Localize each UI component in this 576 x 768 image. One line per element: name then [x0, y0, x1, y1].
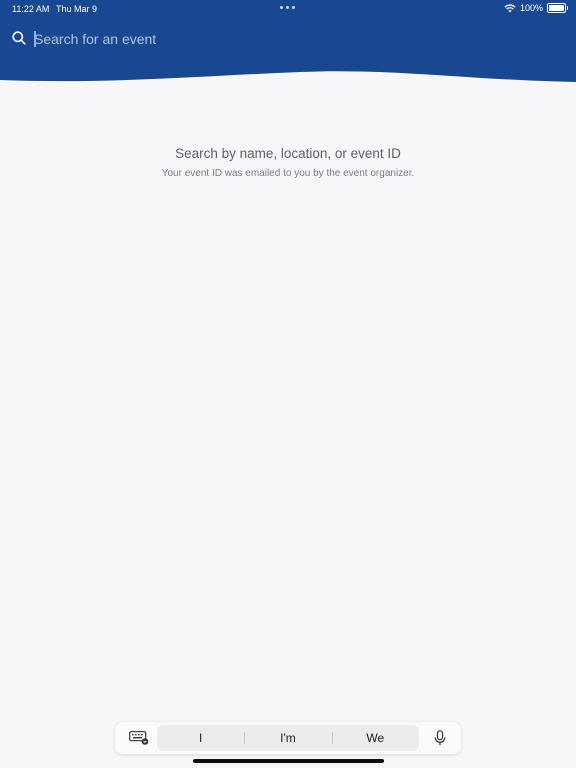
microphone-icon[interactable]	[434, 730, 446, 746]
suggestion-item[interactable]: I	[157, 725, 244, 751]
battery-icon	[547, 3, 568, 13]
keyboard-icon[interactable]	[129, 731, 149, 745]
multitasking-dots-icon[interactable]	[280, 6, 295, 9]
text-cursor	[34, 31, 36, 47]
search-input[interactable]	[34, 28, 474, 50]
empty-state-subtitle: Your event ID was emailed to you by the …	[161, 168, 415, 179]
predictive-suggestions: I I'm We	[157, 725, 419, 751]
keyboard-shortcut-bar: I I'm We	[115, 722, 461, 754]
battery-percentage: 100%	[519, 3, 543, 13]
search-icon	[12, 31, 26, 45]
header: 11:22 AM Thu Mar 9 100%	[0, 0, 576, 100]
status-date: Thu Mar 9	[56, 4, 98, 14]
status-time: 11:22 AM	[12, 4, 50, 14]
home-indicator[interactable]	[193, 759, 384, 763]
empty-state-title: Search by name, location, or event ID	[175, 146, 401, 161]
wifi-icon	[504, 3, 516, 12]
status-indicators: 100%	[504, 3, 568, 13]
status-bar: 11:22 AM Thu Mar 9 100%	[0, 0, 576, 18]
search-bar[interactable]	[0, 28, 576, 50]
suggestion-item[interactable]: We	[331, 725, 419, 751]
suggestion-item[interactable]: I'm	[244, 725, 331, 751]
